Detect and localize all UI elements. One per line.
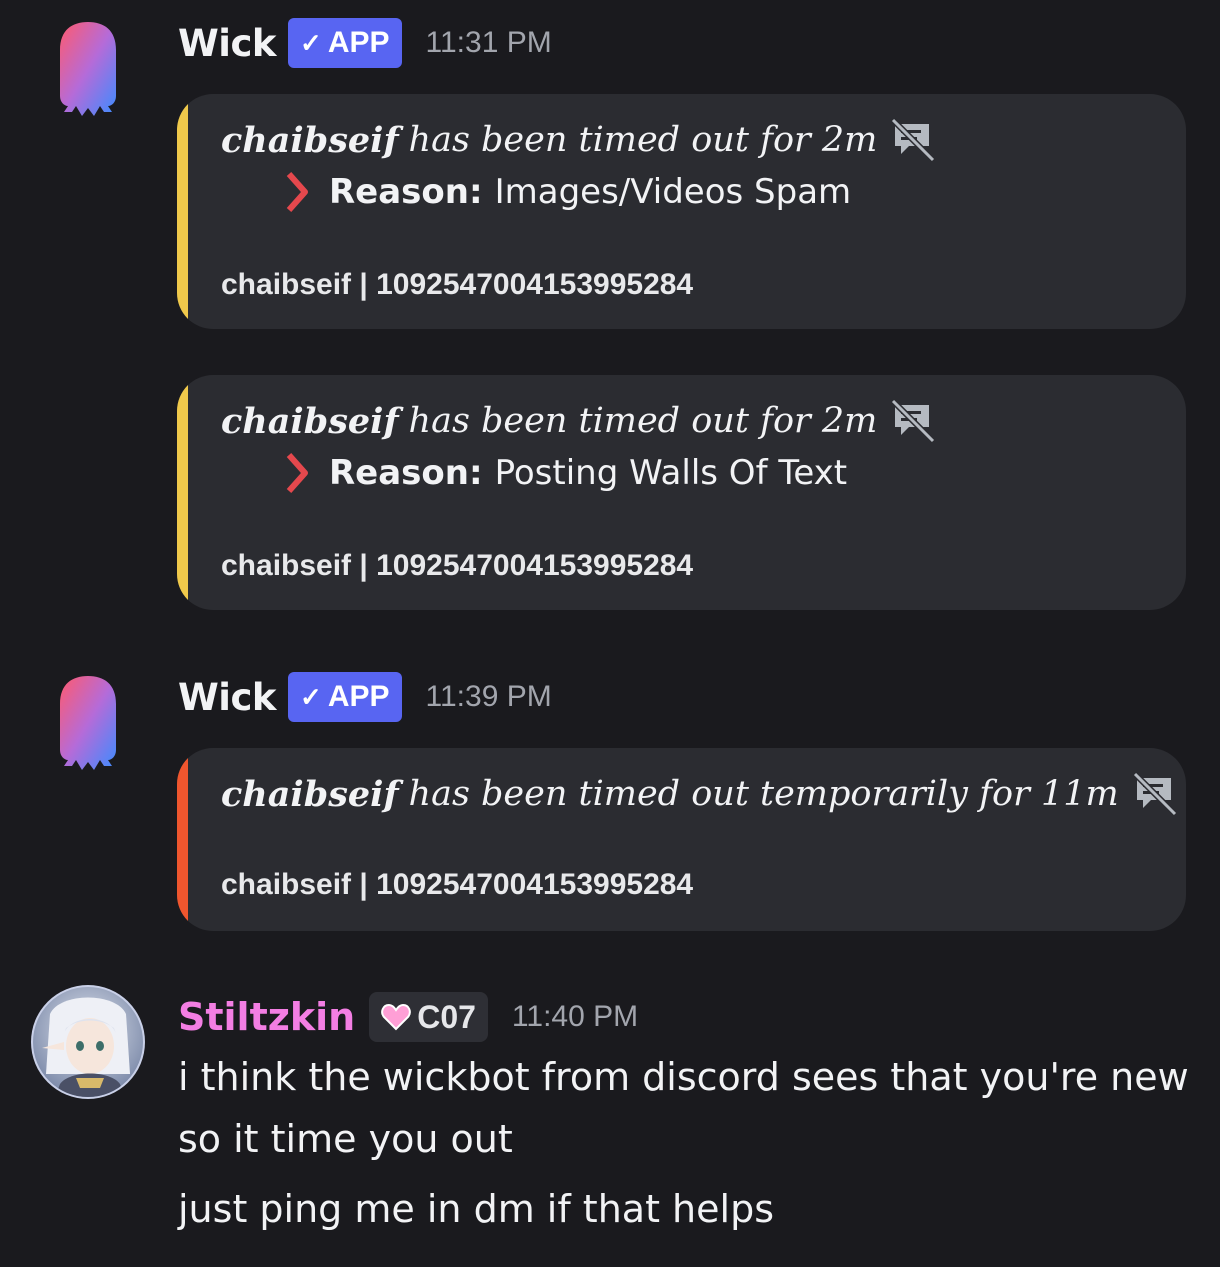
message-line: i think the wickbot from discord sees th… — [178, 1055, 1189, 1099]
embed-text: has been timed out for 2m — [408, 120, 878, 160]
embed-title: chaibseif has been timed out for 2m — [221, 397, 937, 445]
message-header: Stiltzkin C07 11:40 PM — [178, 992, 638, 1042]
app-badge-label: APP — [327, 26, 390, 59]
message-header: Wick ✓ APP 11:39 PM — [178, 672, 552, 722]
embed-text: has been timed out for 2m — [408, 401, 878, 441]
message-timestamp[interactable]: 11:31 PM — [426, 26, 552, 60]
wick-ghost-avatar[interactable] — [52, 674, 124, 774]
guild-tag-label: C07 — [417, 998, 476, 1035]
message-line: so it time you out — [178, 1117, 513, 1161]
embed-reason: Reason: Images/Videos Spam — [283, 170, 851, 214]
user-avatar[interactable] — [30, 984, 146, 1100]
message-timestamp[interactable]: 11:40 PM — [512, 1000, 638, 1034]
message-timestamp[interactable]: 11:39 PM — [426, 680, 552, 714]
embed-reason: Reason: Posting Walls Of Text — [283, 451, 847, 495]
embed-user: chaibseif — [221, 119, 399, 161]
check-icon: ✓ — [300, 27, 322, 58]
author-name[interactable]: Stiltzkin — [178, 995, 355, 1039]
message-line: just ping me in dm if that helps — [178, 1187, 774, 1231]
message-header: Wick ✓ APP 11:31 PM — [178, 18, 552, 68]
timeout-embed: chaibseif has been timed out for 2m Reas… — [177, 94, 1186, 329]
app-badge-label: APP — [327, 680, 390, 713]
embed-title: chaibseif has been timed out for 2m — [221, 116, 937, 164]
embed-text: has been timed out temporarily for 11m — [408, 774, 1119, 814]
chevron-right-icon — [286, 453, 308, 493]
pink-heart-icon — [381, 1003, 411, 1031]
reason-label: Reason: — [329, 453, 483, 493]
embed-accent-bar — [177, 375, 188, 610]
embed-user: chaibseif — [221, 773, 399, 815]
author-name[interactable]: Wick — [178, 22, 277, 65]
embed-footer: chaibseif | 1092547004153995284 — [221, 868, 694, 901]
chevron-right-icon — [286, 172, 308, 212]
embed-user: chaibseif — [221, 400, 399, 442]
embed-footer: chaibseif | 1092547004153995284 — [221, 268, 694, 301]
wick-ghost-avatar[interactable] — [52, 20, 124, 120]
app-badge: ✓ APP — [288, 672, 402, 722]
app-badge: ✓ APP — [288, 18, 402, 68]
muted-chat-icon — [891, 398, 936, 444]
reason-value: Images/Videos Spam — [494, 172, 852, 212]
reason-label: Reason: — [329, 172, 483, 212]
embed-footer: chaibseif | 1092547004153995284 — [221, 549, 694, 582]
timeout-embed: chaibseif has been timed out for 2m Reas… — [177, 375, 1186, 610]
embed-title: chaibseif has been timed out temporarily… — [221, 770, 1179, 818]
reason-value: Posting Walls Of Text — [494, 453, 848, 493]
check-icon: ✓ — [300, 681, 322, 712]
embed-accent-bar — [177, 748, 188, 931]
timeout-embed: chaibseif has been timed out temporarily… — [177, 748, 1186, 931]
muted-chat-icon — [1132, 771, 1177, 817]
author-name[interactable]: Wick — [178, 676, 277, 719]
guild-tag-badge[interactable]: C07 — [369, 992, 488, 1042]
embed-accent-bar — [177, 94, 188, 329]
muted-chat-icon — [891, 117, 936, 163]
